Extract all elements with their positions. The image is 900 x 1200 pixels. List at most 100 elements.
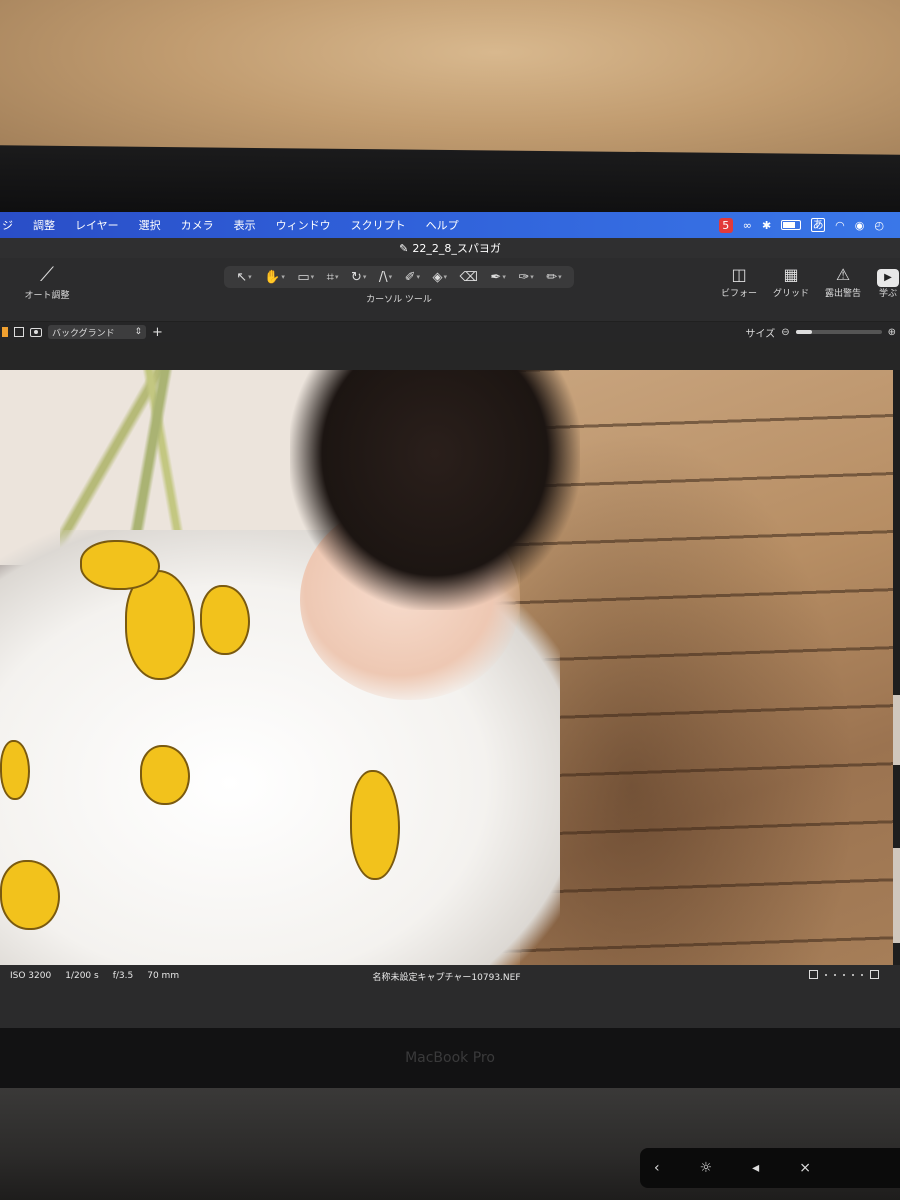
brightness-icon[interactable]: ☼ [700,1160,713,1176]
layer-select[interactable]: バックグランド ⇕ [48,325,146,339]
brush-icon: ✐ [404,269,416,285]
grid-frame-icon[interactable] [870,970,879,979]
grid-button[interactable]: ▦ グリッド [772,264,810,299]
menu-item-edit[interactable]: ジ [0,217,23,233]
thumbnail[interactable] [893,848,900,943]
crop-icon: ⌗ [326,269,334,285]
bandage-icon: ◈ [432,269,443,285]
menu-item-script[interactable]: スクリプト [341,217,416,233]
mute-icon[interactable]: ⨯ [799,1160,811,1176]
before-button[interactable]: ◫ ビフォー [720,264,758,299]
proof-view-icon[interactable] [30,327,42,337]
view-tools-group: ◫ ビフォー ▦ グリッド ⚠ 露出警告 ▶ 学ぶ [720,264,900,299]
arrow-cursor-icon: ↖ [236,269,248,285]
before-after-icon: ◫ [731,265,747,284]
picker-tool[interactable]: ✑ ▾ [518,270,533,285]
zoom-in-icon[interactable]: ⊕ [888,327,896,338]
exposure-warning-button[interactable]: ⚠ 露出警告 [824,264,862,299]
user-icon[interactable]: ◉ [855,219,865,232]
keystone-icon: /\ [378,269,388,285]
aperture-value: f/3.5 [112,971,134,981]
exposure-warning-label: 露出警告 [824,289,861,299]
image-info-bar: ISO 3200 1/200 s f/3.5 70 mm 名称未設定キャプチャー… [0,965,893,987]
menu-item-window[interactable]: ウィンドウ [266,217,341,233]
learn-label: 学ぶ [878,289,897,299]
menu-item-camera[interactable]: カメラ [171,217,224,233]
viewer-bar: バックグランド ⇕ + サイズ ⊖ ⊕ [0,322,900,342]
size-slider[interactable] [795,330,882,334]
warning-triangle-icon: ⚠ [835,265,851,284]
image-filename: 名称未設定キャプチャー10793.NEF [372,972,521,983]
crop-tool[interactable]: ⌗ ▾ [327,270,339,285]
menu-item-help[interactable]: ヘルプ [416,217,469,233]
thumbnail[interactable] [893,695,900,765]
brush-tool[interactable]: ✐ ▾ [405,270,420,285]
loupe-icon: ▭ [297,269,310,285]
loupe-tool[interactable]: ▭ ▾ [297,270,314,285]
time-machine-icon[interactable]: ◴ [874,219,884,232]
magic-wand-icon: ⟋ [40,262,54,286]
battery-icon[interactable] [781,220,802,230]
single-frame-icon[interactable] [809,970,818,979]
chevron-left-icon[interactable]: ‹ [654,1160,660,1176]
duck-print [200,585,250,655]
learn-button[interactable]: ▶ 学ぶ [876,264,900,299]
before-label: ビフォー [720,289,757,299]
select-cursor-tool[interactable]: ↖ ▾ [236,270,251,285]
pen-tool[interactable]: ✒ ▾ [490,270,505,285]
hand-icon: ✋ [264,269,281,285]
menubar-status-icons: 5 ∞ ✱ あ ◠ ◉ ◴ [718,217,900,233]
page-dot[interactable] [825,973,827,976]
iso-value: ISO 3200 [10,971,52,981]
menu-item-layer[interactable]: レイヤー [65,217,129,233]
duck-print [0,860,60,930]
pen-icon: ✒ [490,269,502,285]
auto-adjust-label: オート調整 [24,291,70,301]
pan-tool[interactable]: ✋ ▾ [264,270,285,285]
annotate-tool[interactable]: ✏ ▾ [546,270,561,285]
updown-chevron-icon: ⇕ [134,327,142,337]
mac-menubar: ジ 調整 レイヤー 選択 カメラ 表示 ウィンドウ スクリプト ヘルプ 5 ∞ … [0,212,900,238]
input-method-icon[interactable]: あ [811,218,826,232]
size-control: サイズ ⊖ ⊕ [746,325,900,340]
orange-marker-icon [2,327,8,337]
html5-icon[interactable]: 5 [718,217,733,233]
eraser-icon: ⌫ [459,269,478,285]
menu-item-select[interactable]: 選択 [129,217,171,233]
duck-print [0,740,30,800]
menu-item-view[interactable]: 表示 [224,217,266,233]
eraser-tool[interactable]: ⌫ [460,270,478,285]
eyedropper-icon: ✑ [518,269,530,285]
auto-adjust-button[interactable]: ⟋ オート調整 [22,262,72,301]
image-viewer[interactable] [0,370,893,965]
add-layer-icon[interactable]: + [152,325,163,340]
bluetooth-icon[interactable]: ✱ [762,219,771,232]
page-dot[interactable] [834,973,836,976]
hair [290,370,580,610]
rotate-tool[interactable]: ↻ ▾ [351,270,366,285]
zoom-out-icon[interactable]: ⊖ [781,327,789,338]
document-icon: ✎ [399,241,409,255]
menu-item-adjust[interactable]: 調整 [23,217,65,233]
page-dot[interactable] [843,973,845,976]
cursor-tools-label: カーソル ツール [366,295,432,305]
filmstrip-edge[interactable] [893,370,900,965]
volume-icon[interactable]: ◂ [752,1160,759,1176]
single-view-icon[interactable] [14,327,24,337]
grid-label: グリッド [772,289,809,299]
heal-tool[interactable]: ◈ ▾ [433,270,448,285]
window-title: 22_2_8_スパヨガ [412,242,501,255]
duck-print [350,770,400,880]
wifi-icon[interactable]: ◠ [835,219,845,232]
duck-print [140,745,190,805]
creative-cloud-icon[interactable]: ∞ [743,219,752,232]
keystone-tool[interactable]: /\ ▾ [379,270,392,285]
page-dot[interactable] [852,973,854,976]
pencil-icon: ✏ [546,269,558,285]
size-label: サイズ [745,328,776,340]
focal-length-value: 70 mm [147,971,180,981]
learn-video-icon: ▶ [877,269,899,287]
touch-bar: ‹ ☼ ◂ ⨯ [640,1148,900,1188]
page-dot[interactable] [861,973,863,976]
window-titlebar: ✎ 22_2_8_スパヨガ [0,238,900,258]
